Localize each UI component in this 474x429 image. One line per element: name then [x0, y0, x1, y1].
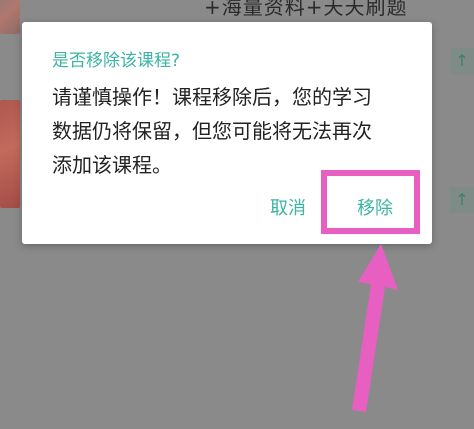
pointer-arrow-head — [352, 244, 398, 412]
pointer-arrow — [352, 244, 398, 412]
